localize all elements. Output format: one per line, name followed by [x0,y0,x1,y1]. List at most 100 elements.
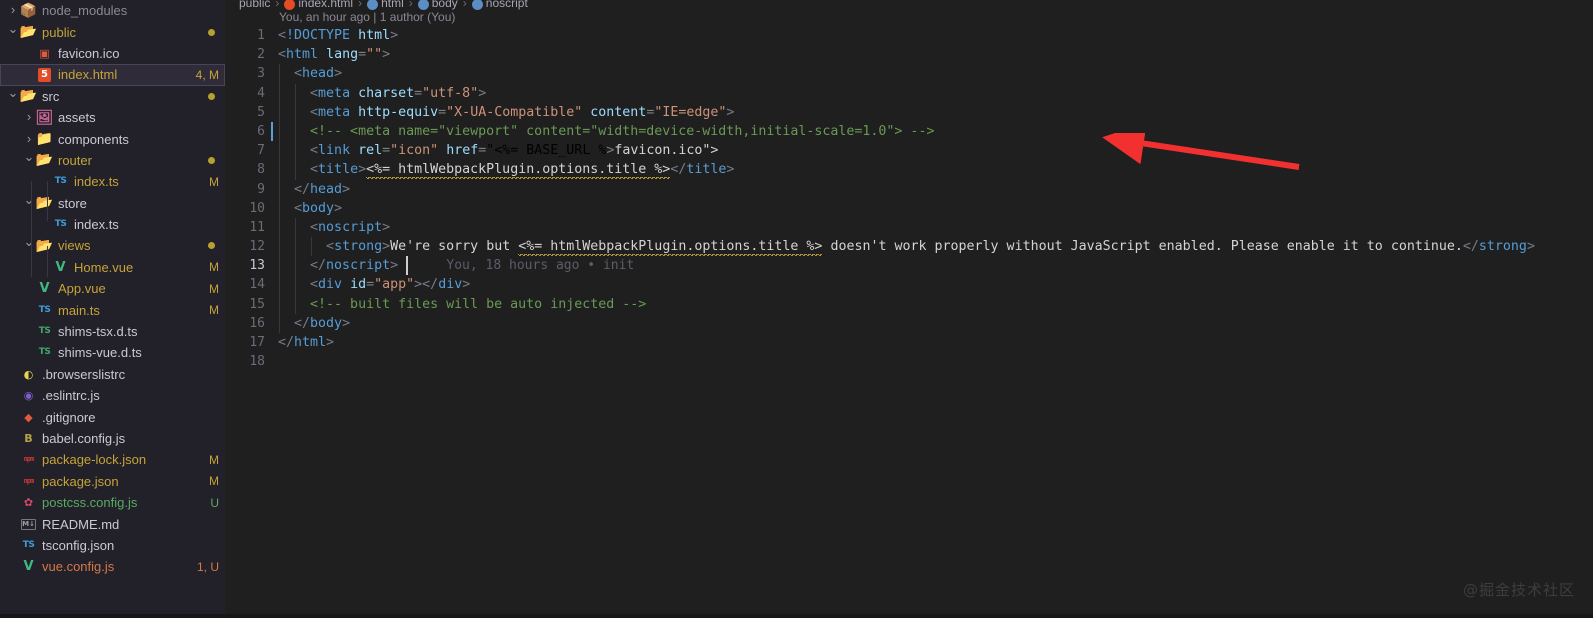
code-line-text: </noscript> [310,258,399,274]
code-line[interactable]: 5 <meta http-equiv="X-UA-Compatible" con… [225,102,1593,122]
code-line[interactable]: 12 <strong>We're sorry but <%= htmlWebpa… [225,237,1593,257]
tree-item-shims-vue-d-ts[interactable]: TS shims-vue.d.ts [0,342,225,363]
tree-item-app-vue[interactable]: V App.vue M [0,278,225,299]
chevron-down-icon[interactable]: ⌄ [22,150,36,163]
code-line[interactable]: 13 </noscript> You, 18 hours ago • init [225,256,1593,276]
tree-item-label: store [58,195,87,211]
tree-indent-guide [47,246,48,277]
code-line[interactable]: 17 </html> [225,333,1593,352]
line-number: 18 [249,354,265,370]
line-number: 3 [257,66,265,82]
tree-item-index-html[interactable]: 5 index.html 4, M [0,64,225,86]
tree-item-readme-md[interactable]: M↓ README.md [0,513,225,534]
chevron-down-icon[interactable]: ⌄ [22,235,36,248]
tree-item-favicon-ico[interactable]: ▣ favicon.ico [0,43,225,64]
text-cursor [406,256,409,276]
tree-item-public[interactable]: ⌄ 📂 public [0,21,225,42]
tree-item-label: .browserslistrc [42,366,126,382]
typescript-file-icon: TS [38,304,51,315]
code-line[interactable]: 7 <link rel="icon" href="<%= BASE_URL %>… [225,141,1593,161]
breadcrumb-label: noscript [485,0,528,10]
code-editor[interactable]: public › index.html › html › body › noscript You… [225,0,1593,618]
code-line[interactable]: 8 <title><%= htmlWebpackPlugin.options.t… [225,160,1593,180]
code-line[interactable]: 10 <body> [225,198,1593,218]
code-line[interactable]: 9 </head> [225,179,1593,199]
tree-item-src[interactable]: ⌄ 📂 src [0,86,225,107]
chevron-right-icon[interactable]: › [22,110,36,123]
code-line-text: <title><%= htmlWebpackPlugin.options.tit… [310,162,735,180]
code-line[interactable]: 11 <noscript> [225,217,1593,238]
line-number: 16 [249,315,265,331]
line-number: 1 [257,28,265,43]
git-status-badge: 4, M [195,67,219,82]
breadcrumb-item-public[interactable]: public [239,0,270,10]
code-line[interactable]: 16 </body> [225,313,1593,333]
breadcrumb-item-index-html[interactable]: index.html [284,0,353,10]
tree-indent-guide [31,181,32,277]
breadcrumb-label: body [431,0,458,10]
code-line-text: </body> [294,315,351,331]
folder-views-icon: 📂 [35,237,54,254]
code-line[interactable]: 15 <!-- built files will be auto injecte… [225,294,1593,314]
tree-item--browserslistrc[interactable]: ◐ .browserslistrc [0,364,225,385]
tree-item-router[interactable]: ⌄ 📂 router [0,150,225,171]
code-content[interactable]: 1 <!DOCTYPE html> 2 <html lang=""> 3 <head> 4… [225,26,1593,618]
chevron-down-icon[interactable]: ⌄ [6,86,20,99]
code-line-text: </html> [278,335,335,350]
code-line[interactable]: 4 <meta charset="utf-8"> [225,83,1593,103]
tree-item-index-ts[interactable]: TS index.ts M [0,171,225,192]
tag-icon [367,0,379,10]
postcss-file-icon: ✿ [23,496,34,510]
tree-item-label: index.ts [74,217,119,233]
breadcrumb-item-body[interactable]: body [417,0,458,10]
breadcrumb-label: public [239,0,271,10]
file-tree[interactable]: › 📦 node_modules ⌄ 📂 public ▣ favicon.ico 5 index… [0,0,225,578]
breadcrumb-item-noscript[interactable]: noscript [471,0,528,10]
line-number: 15 [249,296,265,312]
tree-item-label: components [58,131,129,147]
code-line[interactable]: 3 <head> [225,64,1593,84]
typescript-def-file-icon: TS [38,347,51,358]
tree-item-components[interactable]: › 📁 components [0,128,225,149]
tree-item-package-json[interactable]: npm package.json M [0,471,225,492]
tree-item-home-vue[interactable]: V Home.vue M [0,257,225,278]
breadcrumb[interactable]: public › index.html › html › body › noscript [239,0,528,10]
tree-item-postcss-config-js[interactable]: ✿ postcss.config.js U [0,492,225,513]
tree-item--gitignore[interactable]: ◆ .gitignore [0,406,225,427]
line-number: 6 [257,123,265,139]
code-line[interactable]: 14 <div id="app"></div> [225,275,1593,295]
folder-components-icon: 📁 [35,131,54,148]
code-line[interactable]: 2 <html lang=""> [225,45,1593,64]
tree-item-babel-config-js[interactable]: Bbabel.config.js [0,428,225,449]
chevron-right-icon[interactable]: › [6,3,20,16]
tree-item-label: babel.config.js [42,431,126,446]
breadcrumb-item-html[interactable]: html [367,0,404,10]
chevron-right-icon[interactable]: › [22,132,36,145]
chevron-down-icon[interactable]: ⌄ [6,22,20,35]
chevron-down-icon[interactable]: ⌄ [22,193,36,206]
tree-item-index-ts[interactable]: TS index.ts [0,214,225,235]
file-explorer-sidebar[interactable]: › 📦 node_modules ⌄ 📂 public ▣ favicon.ico 5 index… [0,0,225,618]
git-status-badge: M [209,303,219,318]
tree-item-main-ts[interactable]: TS main.ts M [0,299,225,320]
line-number: 9 [257,181,265,197]
tree-item-label: package-lock.json [42,452,147,468]
tree-item-label: README.md [42,516,120,532]
tree-item-vue-config-js[interactable]: Vvue.config.js 1, U [0,556,225,577]
tree-item-tsconfig-json[interactable]: TS tsconfig.json [0,535,225,556]
tree-item-label: Home.vue [74,259,134,275]
tree-item-assets[interactable]: › 🖼 assets [0,107,225,128]
line-number: 8 [257,162,265,178]
code-line[interactable]: 6 <!-- <meta name="viewport" content="wi… [225,121,1593,142]
tree-item-views[interactable]: ⌄ 📂 views [0,235,225,256]
tree-item-label: router [58,152,92,168]
code-line[interactable]: 18 [225,352,1593,371]
code-line[interactable]: 1 <!DOCTYPE html> [225,26,1593,45]
tree-item--eslintrc-js[interactable]: ◉ .eslintrc.js [0,385,225,406]
code-line-text: <meta charset="utf-8"> [310,85,487,101]
tree-item-shims-tsx-d-ts[interactable]: TS shims-tsx.d.ts [0,321,225,342]
tree-item-store[interactable]: ⌄ 📂 store [0,193,225,214]
tree-item-label: views [58,238,91,254]
tree-item-node-modules[interactable]: › 📦 node_modules [0,0,225,21]
tree-item-package-lock-json[interactable]: npm package-lock.json M [0,449,225,470]
